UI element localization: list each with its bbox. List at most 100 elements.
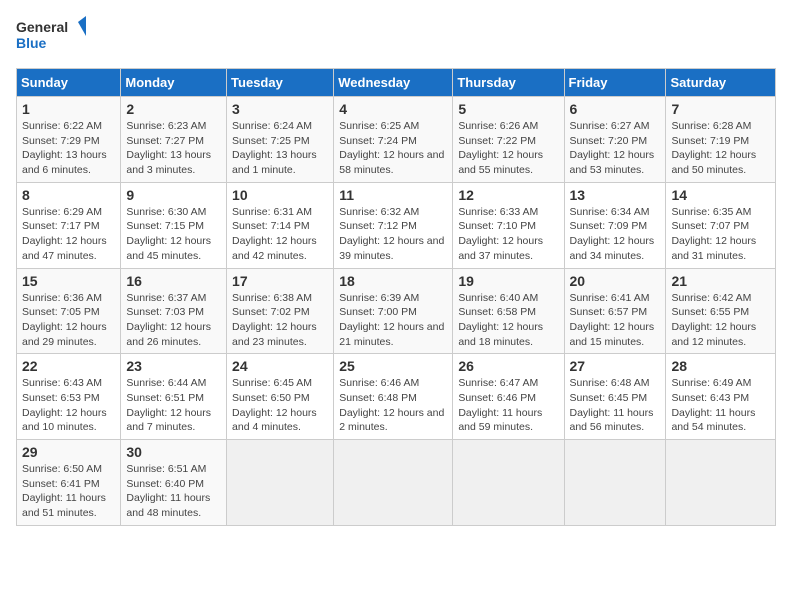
calendar-cell: 10 Sunrise: 6:31 AM Sunset: 7:14 PM Dayl…: [227, 182, 334, 268]
day-info: Sunrise: 6:22 AM Sunset: 7:29 PM Dayligh…: [22, 119, 115, 178]
header-day-tuesday: Tuesday: [227, 69, 334, 97]
calendar-cell: 9 Sunrise: 6:30 AM Sunset: 7:15 PM Dayli…: [121, 182, 227, 268]
day-info: Sunrise: 6:28 AM Sunset: 7:19 PM Dayligh…: [671, 119, 770, 178]
day-info: Sunrise: 6:33 AM Sunset: 7:10 PM Dayligh…: [458, 205, 558, 264]
day-info: Sunrise: 6:51 AM Sunset: 6:40 PM Dayligh…: [126, 462, 221, 521]
daylight-label: Daylight: 12 hours and 45 minutes.: [126, 235, 211, 262]
sunrise-label: Sunrise: 6:37 AM: [126, 292, 206, 304]
sunset-label: Sunset: 7:07 PM: [671, 220, 749, 232]
calendar-cell: 17 Sunrise: 6:38 AM Sunset: 7:02 PM Dayl…: [227, 268, 334, 354]
sunset-label: Sunset: 7:05 PM: [22, 306, 100, 318]
header-day-friday: Friday: [564, 69, 666, 97]
day-info: Sunrise: 6:41 AM Sunset: 6:57 PM Dayligh…: [570, 291, 661, 350]
sunrise-label: Sunrise: 6:38 AM: [232, 292, 312, 304]
calendar-cell: 30 Sunrise: 6:51 AM Sunset: 6:40 PM Dayl…: [121, 440, 227, 526]
svg-text:General: General: [16, 19, 68, 35]
sunset-label: Sunset: 7:22 PM: [458, 135, 536, 147]
sunrise-label: Sunrise: 6:48 AM: [570, 377, 650, 389]
calendar-cell: 7 Sunrise: 6:28 AM Sunset: 7:19 PM Dayli…: [666, 97, 776, 183]
calendar-cell: 24 Sunrise: 6:45 AM Sunset: 6:50 PM Dayl…: [227, 354, 334, 440]
day-number: 14: [671, 187, 770, 203]
sunrise-label: Sunrise: 6:49 AM: [671, 377, 751, 389]
sunset-label: Sunset: 7:12 PM: [339, 220, 417, 232]
sunrise-label: Sunrise: 6:31 AM: [232, 206, 312, 218]
day-number: 3: [232, 101, 328, 117]
sunset-label: Sunset: 7:03 PM: [126, 306, 204, 318]
calendar-cell: 1 Sunrise: 6:22 AM Sunset: 7:29 PM Dayli…: [17, 97, 121, 183]
day-info: Sunrise: 6:30 AM Sunset: 7:15 PM Dayligh…: [126, 205, 221, 264]
day-number: 26: [458, 358, 558, 374]
daylight-label: Daylight: 12 hours and 29 minutes.: [22, 321, 107, 348]
daylight-label: Daylight: 12 hours and 42 minutes.: [232, 235, 317, 262]
day-number: 25: [339, 358, 447, 374]
calendar-cell: [666, 440, 776, 526]
sunrise-label: Sunrise: 6:44 AM: [126, 377, 206, 389]
calendar-cell: 26 Sunrise: 6:47 AM Sunset: 6:46 PM Dayl…: [453, 354, 564, 440]
day-info: Sunrise: 6:49 AM Sunset: 6:43 PM Dayligh…: [671, 376, 770, 435]
day-info: Sunrise: 6:27 AM Sunset: 7:20 PM Dayligh…: [570, 119, 661, 178]
calendar-cell: 20 Sunrise: 6:41 AM Sunset: 6:57 PM Dayl…: [564, 268, 666, 354]
day-number: 2: [126, 101, 221, 117]
calendar-cell: 13 Sunrise: 6:34 AM Sunset: 7:09 PM Dayl…: [564, 182, 666, 268]
week-row-4: 22 Sunrise: 6:43 AM Sunset: 6:53 PM Dayl…: [17, 354, 776, 440]
sunrise-label: Sunrise: 6:23 AM: [126, 120, 206, 132]
sunset-label: Sunset: 6:57 PM: [570, 306, 648, 318]
sunrise-label: Sunrise: 6:35 AM: [671, 206, 751, 218]
day-number: 28: [671, 358, 770, 374]
sunset-label: Sunset: 6:40 PM: [126, 478, 204, 490]
day-number: 27: [570, 358, 661, 374]
day-number: 16: [126, 273, 221, 289]
day-info: Sunrise: 6:46 AM Sunset: 6:48 PM Dayligh…: [339, 376, 447, 435]
day-info: Sunrise: 6:36 AM Sunset: 7:05 PM Dayligh…: [22, 291, 115, 350]
daylight-label: Daylight: 12 hours and 50 minutes.: [671, 149, 756, 176]
day-number: 11: [339, 187, 447, 203]
day-number: 19: [458, 273, 558, 289]
day-info: Sunrise: 6:24 AM Sunset: 7:25 PM Dayligh…: [232, 119, 328, 178]
daylight-label: Daylight: 13 hours and 6 minutes.: [22, 149, 107, 176]
day-info: Sunrise: 6:25 AM Sunset: 7:24 PM Dayligh…: [339, 119, 447, 178]
day-info: Sunrise: 6:26 AM Sunset: 7:22 PM Dayligh…: [458, 119, 558, 178]
calendar-cell: 21 Sunrise: 6:42 AM Sunset: 6:55 PM Dayl…: [666, 268, 776, 354]
daylight-label: Daylight: 12 hours and 31 minutes.: [671, 235, 756, 262]
sunset-label: Sunset: 7:17 PM: [22, 220, 100, 232]
sunset-label: Sunset: 7:20 PM: [570, 135, 648, 147]
day-number: 10: [232, 187, 328, 203]
calendar-cell: 15 Sunrise: 6:36 AM Sunset: 7:05 PM Dayl…: [17, 268, 121, 354]
logo: General Blue: [16, 16, 86, 58]
sunset-label: Sunset: 6:55 PM: [671, 306, 749, 318]
day-number: 1: [22, 101, 115, 117]
calendar-cell: 29 Sunrise: 6:50 AM Sunset: 6:41 PM Dayl…: [17, 440, 121, 526]
logo-svg: General Blue: [16, 16, 86, 58]
sunrise-label: Sunrise: 6:32 AM: [339, 206, 419, 218]
daylight-label: Daylight: 12 hours and 47 minutes.: [22, 235, 107, 262]
sunrise-label: Sunrise: 6:28 AM: [671, 120, 751, 132]
week-row-3: 15 Sunrise: 6:36 AM Sunset: 7:05 PM Dayl…: [17, 268, 776, 354]
daylight-label: Daylight: 11 hours and 54 minutes.: [671, 407, 755, 434]
calendar-cell: 11 Sunrise: 6:32 AM Sunset: 7:12 PM Dayl…: [334, 182, 453, 268]
daylight-label: Daylight: 11 hours and 48 minutes.: [126, 492, 210, 519]
calendar-cell: 25 Sunrise: 6:46 AM Sunset: 6:48 PM Dayl…: [334, 354, 453, 440]
sunset-label: Sunset: 6:48 PM: [339, 392, 417, 404]
sunrise-label: Sunrise: 6:40 AM: [458, 292, 538, 304]
daylight-label: Daylight: 12 hours and 15 minutes.: [570, 321, 655, 348]
header-day-thursday: Thursday: [453, 69, 564, 97]
daylight-label: Daylight: 13 hours and 3 minutes.: [126, 149, 211, 176]
day-number: 7: [671, 101, 770, 117]
sunset-label: Sunset: 7:00 PM: [339, 306, 417, 318]
daylight-label: Daylight: 11 hours and 59 minutes.: [458, 407, 542, 434]
sunset-label: Sunset: 7:10 PM: [458, 220, 536, 232]
day-number: 24: [232, 358, 328, 374]
calendar-cell: 19 Sunrise: 6:40 AM Sunset: 6:58 PM Dayl…: [453, 268, 564, 354]
header-day-sunday: Sunday: [17, 69, 121, 97]
day-info: Sunrise: 6:29 AM Sunset: 7:17 PM Dayligh…: [22, 205, 115, 264]
sunset-label: Sunset: 7:02 PM: [232, 306, 310, 318]
sunset-label: Sunset: 7:25 PM: [232, 135, 310, 147]
day-number: 8: [22, 187, 115, 203]
daylight-label: Daylight: 13 hours and 1 minute.: [232, 149, 317, 176]
daylight-label: Daylight: 11 hours and 51 minutes.: [22, 492, 106, 519]
header-day-monday: Monday: [121, 69, 227, 97]
sunrise-label: Sunrise: 6:33 AM: [458, 206, 538, 218]
sunset-label: Sunset: 6:58 PM: [458, 306, 536, 318]
sunrise-label: Sunrise: 6:41 AM: [570, 292, 650, 304]
sunrise-label: Sunrise: 6:26 AM: [458, 120, 538, 132]
